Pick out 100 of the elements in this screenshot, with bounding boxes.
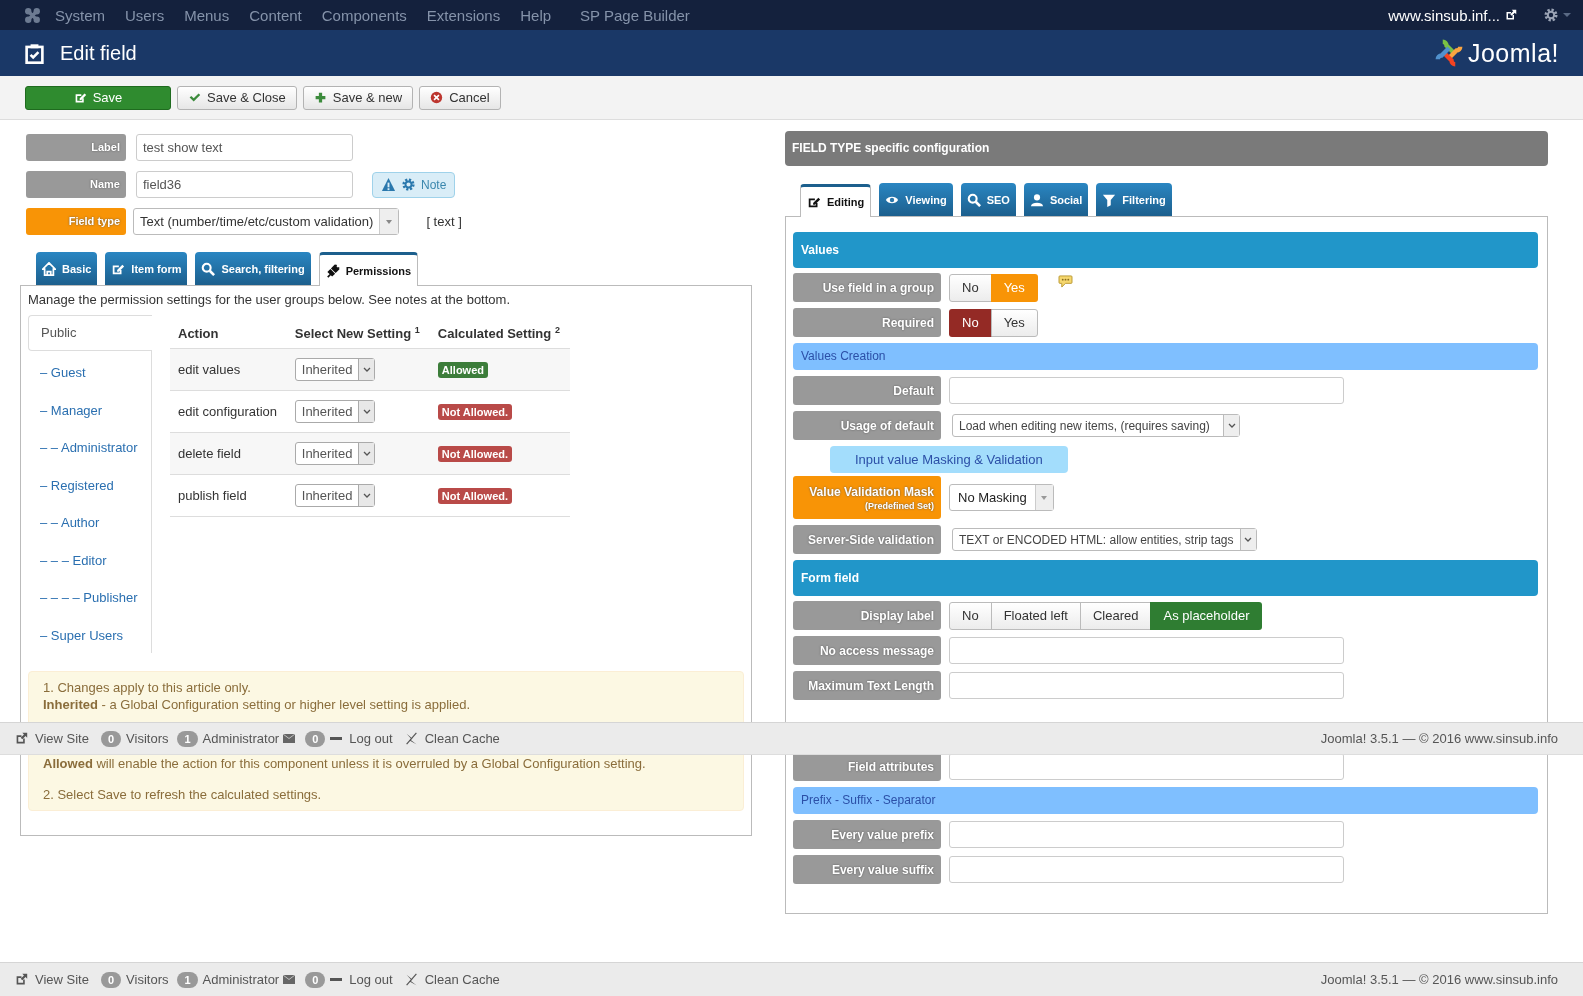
- menu-item[interactable]: System: [55, 6, 105, 24]
- subsection-title: Input value Masking & Validation: [830, 446, 1068, 473]
- logo-icon: [24, 6, 41, 24]
- setting-select[interactable]: Inherited: [294, 484, 376, 507]
- tab[interactable]: Viewing: [879, 183, 953, 216]
- tab[interactable]: Editing: [800, 184, 872, 217]
- input-field[interactable]: [949, 821, 1344, 848]
- tab[interactable]: Basic: [36, 252, 98, 285]
- menu-item[interactable]: Menus: [184, 6, 230, 24]
- option-button[interactable]: As placeholder: [1150, 601, 1263, 630]
- group-item[interactable]: Public: [28, 315, 152, 351]
- note-text: Allowed will enable the action for this component unless it is overruled by a Global Configuration setting.: [43, 756, 647, 771]
- group-item[interactable]: – – Administrator: [28, 429, 151, 467]
- option-button[interactable]: Yes: [990, 308, 1038, 337]
- external-link-icon: [15, 973, 28, 986]
- count-badge: 0: [100, 971, 122, 988]
- visitors-label: Visitors: [126, 972, 169, 987]
- input-field[interactable]: test show text: [136, 134, 353, 161]
- field-label: Value Validation Mask (Predefined Set): [793, 476, 941, 519]
- input-field[interactable]: [949, 377, 1344, 404]
- field-label: Name: [26, 171, 126, 198]
- count-badge: 0: [305, 971, 326, 988]
- menu-item[interactable]: Users: [125, 6, 165, 24]
- group-item[interactable]: – Guest: [28, 354, 151, 392]
- cancel-button[interactable]: Cancel: [419, 85, 501, 110]
- status-badge: Allowed: [437, 361, 488, 378]
- field-label: Label: [26, 134, 126, 161]
- save-button[interactable]: Save: [25, 85, 171, 110]
- input-field[interactable]: field36: [136, 171, 353, 198]
- intro-text: Manage the permission settings for the user groups below. See notes at the bottom.: [28, 292, 511, 307]
- settings-menu[interactable]: [1543, 7, 1571, 23]
- menu-item[interactable]: Help: [520, 6, 552, 24]
- setting-select[interactable]: Inherited: [294, 358, 376, 381]
- setting-select[interactable]: Inherited: [294, 442, 376, 465]
- option-button[interactable]: Cleared: [1079, 601, 1152, 630]
- setting-select[interactable]: Inherited: [294, 400, 376, 423]
- envelope-icon: [283, 734, 296, 743]
- tab[interactable]: Filtering: [1096, 183, 1172, 216]
- status-badge: Not Allowed.: [437, 487, 513, 504]
- input-field[interactable]: [949, 856, 1344, 883]
- group-item[interactable]: – – Author: [28, 504, 151, 542]
- check-icon: [188, 91, 201, 104]
- logout-link[interactable]: Log out: [330, 972, 393, 987]
- clean-cache-link[interactable]: Clean Cache: [404, 972, 500, 987]
- option-button[interactable]: No: [949, 308, 992, 337]
- menu-item[interactable]: Components: [321, 6, 407, 24]
- external-link-icon: [15, 732, 28, 745]
- group-item[interactable]: – Manager: [28, 391, 151, 429]
- count-badge: 0: [100, 730, 122, 747]
- type-dropdown[interactable]: Text (number/time/etc/custom validation): [133, 208, 400, 235]
- select-field[interactable]: No Masking: [949, 484, 1054, 511]
- tab[interactable]: Permissions: [318, 252, 419, 286]
- group-item[interactable]: – – – – Publisher: [28, 579, 151, 617]
- count-badge: 1: [177, 730, 198, 747]
- site-link[interactable]: www.sinsub.inf...: [1388, 6, 1517, 24]
- section-title: FIELD TYPE specific configuration: [785, 131, 1548, 166]
- input-field[interactable]: [949, 637, 1344, 664]
- input-field[interactable]: [949, 753, 1344, 780]
- tab[interactable]: Item form: [105, 252, 188, 285]
- visitors-label: Visitors: [126, 731, 169, 746]
- field-label: Every value prefix: [793, 820, 941, 849]
- menu-item[interactable]: SP Page Builder: [580, 6, 690, 24]
- input-field[interactable]: [949, 672, 1344, 699]
- note-button[interactable]: Note: [372, 171, 456, 198]
- group-item[interactable]: – – – Editor: [28, 541, 151, 579]
- view-site-link[interactable]: View Site: [15, 731, 89, 746]
- envelope-icon: [283, 975, 296, 984]
- select-field[interactable]: Load when editing new items, (requires saving): [952, 414, 1240, 437]
- field-label: Default: [793, 376, 941, 405]
- field-label: Usage of default: [793, 411, 941, 440]
- count-badge: 0: [305, 730, 326, 747]
- option-button[interactable]: No: [949, 273, 992, 302]
- logo-text: Joomla!: [1467, 38, 1559, 68]
- tab[interactable]: Search, filtering: [195, 252, 311, 285]
- group-item[interactable]: – Registered: [28, 466, 151, 504]
- tab[interactable]: Social: [1023, 183, 1089, 216]
- select-field[interactable]: TEXT or ENCODED HTML: allow entities, strip tags: [952, 528, 1257, 551]
- group-item[interactable]: – Super Users: [28, 616, 151, 654]
- option-button[interactable]: Floated left: [990, 601, 1081, 630]
- field-label: Server-Side validation: [793, 525, 941, 554]
- option-button[interactable]: No: [949, 601, 992, 630]
- menu-item[interactable]: Extensions: [426, 6, 501, 24]
- search-icon: [201, 261, 216, 276]
- field-label: Every value suffix: [793, 855, 941, 884]
- section-subheader: Prefix - Suffix - Separator: [793, 787, 1538, 814]
- view-site-link[interactable]: View Site: [15, 972, 89, 987]
- menu-item[interactable]: Content: [249, 6, 302, 24]
- edit-icon: [807, 195, 821, 209]
- logout-link[interactable]: Log out: [330, 731, 393, 746]
- caret-icon: [1040, 493, 1049, 502]
- column-header: Action: [170, 318, 287, 349]
- save-button[interactable]: Save & new: [302, 85, 414, 110]
- settings-icon: [1543, 7, 1559, 23]
- clean-cache-link[interactable]: Clean Cache: [404, 731, 500, 746]
- field-label: Required: [793, 308, 941, 337]
- action-name: edit values: [178, 362, 241, 377]
- save-button[interactable]: Save & Close: [177, 85, 297, 110]
- version-text: Joomla! 3.5.1 — © 2016 www.sinsub.info: [1320, 972, 1558, 987]
- tab[interactable]: SEO: [960, 183, 1016, 216]
- warning-icon: [381, 177, 396, 192]
